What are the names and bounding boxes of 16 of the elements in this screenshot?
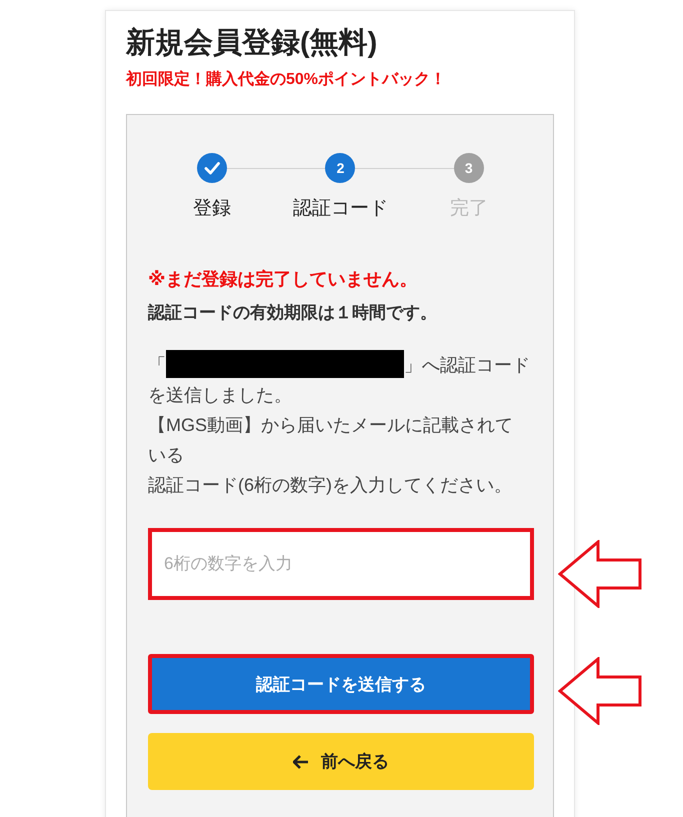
step-label: 認証コード	[292, 197, 388, 221]
step-number: 2	[325, 153, 356, 183]
step-label: 完了	[450, 197, 488, 221]
arrow-left-icon	[293, 754, 309, 768]
step-number: 3	[454, 153, 484, 183]
code-input-field[interactable]: 6桁の数字を入力	[148, 528, 534, 600]
instruction-text: 認証コード(6桁の数字)を入力してください。	[148, 474, 513, 497]
instruction-text: 【MGS動画】から届いたメールに記載されている	[148, 414, 514, 467]
promo-text: 初回限定！購入代金の50%ポイントバック！	[126, 69, 448, 90]
message-text: 「 」へ認証コードを送信しました。	[148, 350, 530, 410]
warning-text: ※まだ登録は完了していません。	[148, 268, 418, 291]
back-button[interactable]: 前へ戻る	[148, 733, 534, 790]
submit-code-button[interactable]: 認証コードを送信する	[148, 654, 534, 714]
validity-text: 認証コードの有効期限は１時間です。	[148, 302, 438, 324]
step-label: 登録	[193, 197, 232, 221]
page-title: 新規会員登録(無料)	[126, 26, 378, 61]
